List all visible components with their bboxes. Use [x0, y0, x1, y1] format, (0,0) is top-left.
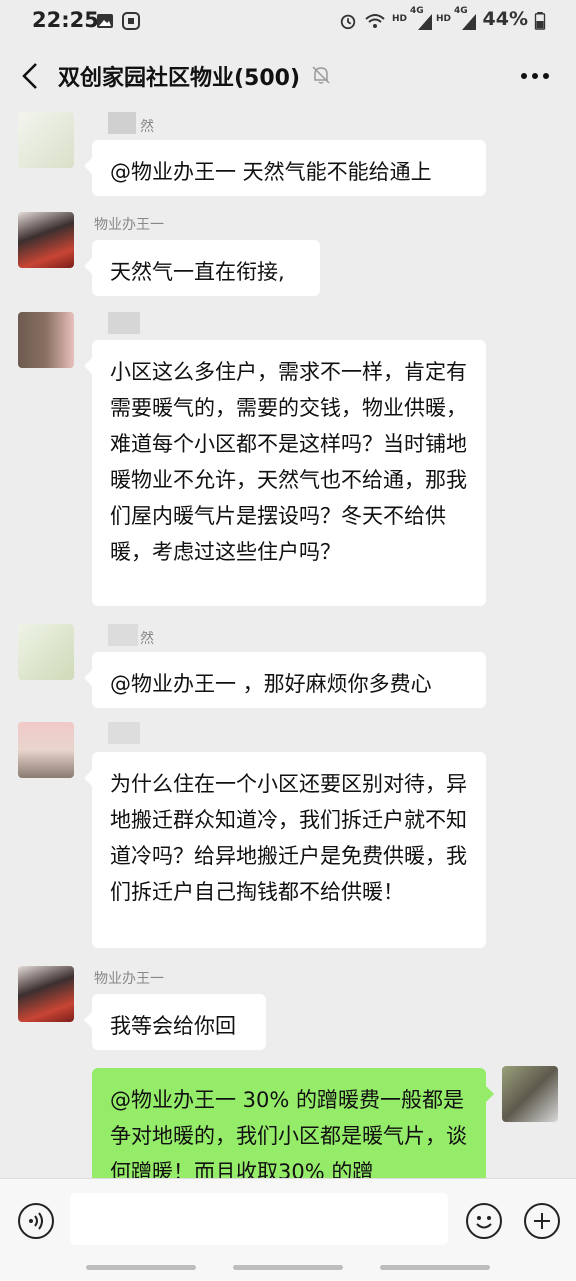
message-bubble[interactable]: 小区这么多住户，需求不一样，肯定有需要暖气的，需要的交钱，物业供暖，难道每个小区…	[84, 340, 486, 606]
sender-name: 物业办王一	[94, 217, 164, 233]
message-input[interactable]	[70, 1193, 448, 1245]
nav-indicator	[380, 1265, 490, 1270]
avatar[interactable]	[18, 312, 74, 368]
emoji-icon[interactable]	[466, 1203, 502, 1239]
hd-label-2: HD	[436, 14, 452, 24]
gallery-icon	[97, 14, 113, 28]
back-arrow-icon[interactable]	[18, 60, 46, 92]
chat-header: 双创家园社区物业(500)	[0, 44, 576, 108]
sender-name: 然	[140, 119, 154, 135]
signal-icon	[462, 14, 476, 30]
message-bubble[interactable]: 天然气一直在衔接,	[84, 240, 320, 296]
message-bubble[interactable]: @物业办王一 天然气能不能给通上	[84, 140, 486, 196]
sender-name: 然	[140, 631, 154, 647]
battery-percent: 44%	[482, 8, 528, 30]
avatar[interactable]	[18, 624, 74, 680]
nav-indicator	[233, 1265, 343, 1270]
status-time: 22:25	[32, 8, 99, 32]
more-icon[interactable]	[520, 66, 550, 86]
avatar[interactable]	[18, 966, 74, 1022]
avatar[interactable]	[18, 112, 74, 168]
chat-title: 双创家园社区物业(500)	[58, 66, 301, 91]
status-bar: 22:25 HD 4G HD 4G 44%	[0, 0, 576, 44]
input-bar	[0, 1178, 576, 1281]
message-bubble[interactable]: @物业办王一 ，那好麻烦你多费心	[84, 652, 486, 708]
blurred-name-block	[108, 112, 136, 134]
alarm-icon	[340, 14, 356, 30]
blurred-name-block	[108, 722, 140, 744]
battery-icon	[534, 12, 546, 30]
wifi-icon	[365, 14, 385, 28]
hd-label-1: HD	[392, 14, 408, 24]
voice-icon[interactable]	[18, 1203, 54, 1239]
nav-indicator	[86, 1265, 196, 1270]
blurred-name-block	[108, 312, 140, 334]
mute-bell-icon	[312, 66, 330, 84]
avatar[interactable]	[502, 1066, 558, 1122]
blurred-name-block	[108, 624, 138, 646]
plus-icon[interactable]	[524, 1203, 560, 1239]
app-notification-icon	[122, 12, 140, 30]
message-bubble[interactable]: 我等会给你回	[84, 994, 266, 1050]
avatar[interactable]	[18, 722, 74, 778]
signal-icon	[418, 14, 432, 30]
sender-name: 物业办王一	[94, 971, 164, 987]
avatar[interactable]	[18, 212, 74, 268]
message-bubble[interactable]: 为什么住在一个小区还要区别对待，异地搬迁群众知道冷，我们拆迁户就不知道冷吗？给异…	[84, 752, 486, 948]
